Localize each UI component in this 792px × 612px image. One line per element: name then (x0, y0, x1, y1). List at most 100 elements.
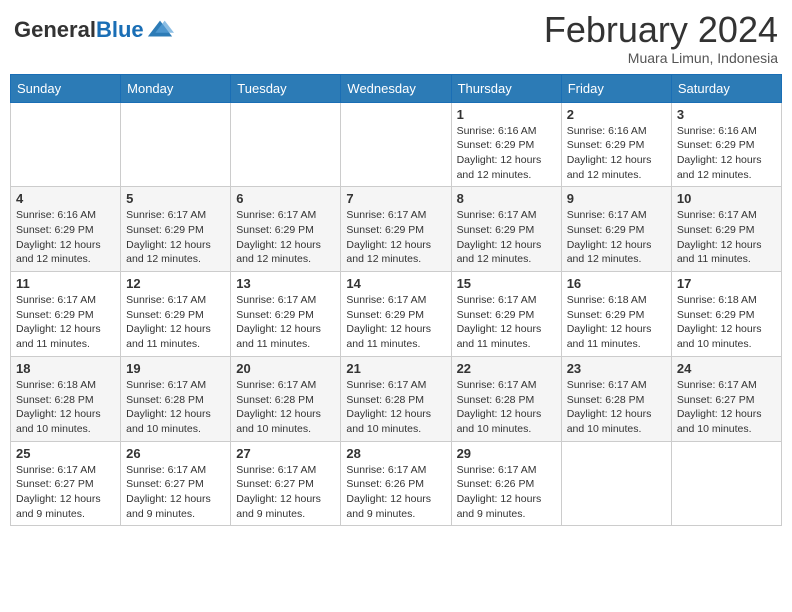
subtitle: Muara Limun, Indonesia (544, 50, 778, 66)
day-info: Sunrise: 6:17 AM Sunset: 6:29 PM Dayligh… (457, 209, 542, 265)
day-number: 28 (346, 446, 445, 461)
logo: GeneralBlue (14, 16, 174, 44)
day-info: Sunrise: 6:17 AM Sunset: 6:29 PM Dayligh… (677, 209, 762, 265)
cell-content: 14Sunrise: 6:17 AM Sunset: 6:29 PM Dayli… (346, 276, 445, 352)
day-number: 5 (126, 191, 225, 206)
weekday-header-sunday: Sunday (11, 74, 121, 102)
cell-content: 11Sunrise: 6:17 AM Sunset: 6:29 PM Dayli… (16, 276, 115, 352)
day-info: Sunrise: 6:17 AM Sunset: 6:28 PM Dayligh… (126, 379, 211, 435)
calendar-cell: 18Sunrise: 6:18 AM Sunset: 6:28 PM Dayli… (11, 356, 121, 441)
weekday-header-monday: Monday (121, 74, 231, 102)
cell-content: 7Sunrise: 6:17 AM Sunset: 6:29 PM Daylig… (346, 191, 445, 267)
cell-content: 5 Sunrise: 6:17 AM Sunset: 6:29 PM Daylig… (126, 191, 225, 267)
cell-content: 20Sunrise: 6:17 AM Sunset: 6:28 PM Dayli… (236, 361, 335, 437)
cell-content: 29Sunrise: 6:17 AM Sunset: 6:26 PM Dayli… (457, 446, 556, 522)
day-info: Sunrise: 6:16 AM Sunset: 6:29 PM Dayligh… (567, 125, 652, 181)
calendar-week-row: 1Sunrise: 6:16 AM Sunset: 6:29 PM Daylig… (11, 102, 782, 187)
day-info: Sunrise: 6:17 AM Sunset: 6:27 PM Dayligh… (16, 464, 101, 520)
day-number: 21 (346, 361, 445, 376)
cell-content: 23Sunrise: 6:17 AM Sunset: 6:28 PM Dayli… (567, 361, 666, 437)
calendar-cell: 1Sunrise: 6:16 AM Sunset: 6:29 PM Daylig… (451, 102, 561, 187)
day-number: 13 (236, 276, 335, 291)
cell-content: 16 Sunrise: 6:18 AM Sunset: 6:29 PM Dayli… (567, 276, 666, 352)
cell-content: 3 Sunrise: 6:16 AM Sunset: 6:29 PM Daylig… (677, 107, 776, 183)
calendar-cell: 25 Sunrise: 6:17 AM Sunset: 6:27 PM Dayli… (11, 441, 121, 526)
day-info: Sunrise: 6:17 AM Sunset: 6:27 PM Dayligh… (236, 464, 321, 520)
day-number: 23 (567, 361, 666, 376)
header: GeneralBlue February 2024 Muara Limun, I… (10, 10, 782, 66)
day-info: Sunrise: 6:17 AM Sunset: 6:26 PM Dayligh… (346, 464, 431, 520)
calendar-week-row: 11Sunrise: 6:17 AM Sunset: 6:29 PM Dayli… (11, 272, 782, 357)
calendar-cell: 17Sunrise: 6:18 AM Sunset: 6:29 PM Dayli… (671, 272, 781, 357)
calendar-cell: 29Sunrise: 6:17 AM Sunset: 6:26 PM Dayli… (451, 441, 561, 526)
calendar-cell: 24 Sunrise: 6:17 AM Sunset: 6:27 PM Dayli… (671, 356, 781, 441)
calendar-cell: 13 Sunrise: 6:17 AM Sunset: 6:29 PM Dayli… (231, 272, 341, 357)
calendar-cell: 2 Sunrise: 6:16 AM Sunset: 6:29 PM Daylig… (561, 102, 671, 187)
weekday-header-tuesday: Tuesday (231, 74, 341, 102)
calendar-cell: 6Sunrise: 6:17 AM Sunset: 6:29 PM Daylig… (231, 187, 341, 272)
day-info: Sunrise: 6:18 AM Sunset: 6:28 PM Dayligh… (16, 379, 101, 435)
calendar-cell: 19 Sunrise: 6:17 AM Sunset: 6:28 PM Dayli… (121, 356, 231, 441)
day-info: Sunrise: 6:16 AM Sunset: 6:29 PM Dayligh… (16, 209, 101, 265)
logo-icon (146, 16, 174, 44)
day-info: Sunrise: 6:17 AM Sunset: 6:28 PM Dayligh… (346, 379, 431, 435)
day-number: 14 (346, 276, 445, 291)
day-number: 16 (567, 276, 666, 291)
calendar-cell: 4 Sunrise: 6:16 AM Sunset: 6:29 PM Daylig… (11, 187, 121, 272)
day-number: 12 (126, 276, 225, 291)
cell-content: 28 Sunrise: 6:17 AM Sunset: 6:26 PM Dayli… (346, 446, 445, 522)
day-number: 20 (236, 361, 335, 376)
cell-content: 13 Sunrise: 6:17 AM Sunset: 6:29 PM Dayli… (236, 276, 335, 352)
day-number: 4 (16, 191, 115, 206)
day-info: Sunrise: 6:17 AM Sunset: 6:26 PM Dayligh… (457, 464, 542, 520)
calendar-cell: 3 Sunrise: 6:16 AM Sunset: 6:29 PM Daylig… (671, 102, 781, 187)
calendar-cell: 16 Sunrise: 6:18 AM Sunset: 6:29 PM Dayli… (561, 272, 671, 357)
day-number: 19 (126, 361, 225, 376)
day-info: Sunrise: 6:17 AM Sunset: 6:29 PM Dayligh… (126, 209, 211, 265)
calendar-cell: 8 Sunrise: 6:17 AM Sunset: 6:29 PM Daylig… (451, 187, 561, 272)
calendar-cell (231, 102, 341, 187)
weekday-header-row: SundayMondayTuesdayWednesdayThursdayFrid… (11, 74, 782, 102)
calendar-cell (671, 441, 781, 526)
day-number: 9 (567, 191, 666, 206)
cell-content: 9Sunrise: 6:17 AM Sunset: 6:29 PM Daylig… (567, 191, 666, 267)
day-number: 8 (457, 191, 556, 206)
cell-content: 15 Sunrise: 6:17 AM Sunset: 6:29 PM Dayli… (457, 276, 556, 352)
cell-content: 8 Sunrise: 6:17 AM Sunset: 6:29 PM Daylig… (457, 191, 556, 267)
day-number: 15 (457, 276, 556, 291)
cell-content: 12Sunrise: 6:17 AM Sunset: 6:29 PM Dayli… (126, 276, 225, 352)
cell-content: 21 Sunrise: 6:17 AM Sunset: 6:28 PM Dayli… (346, 361, 445, 437)
day-number: 24 (677, 361, 776, 376)
calendar-cell (561, 441, 671, 526)
day-number: 3 (677, 107, 776, 122)
day-number: 2 (567, 107, 666, 122)
title-area: February 2024 Muara Limun, Indonesia (544, 10, 778, 66)
day-info: Sunrise: 6:17 AM Sunset: 6:27 PM Dayligh… (677, 379, 762, 435)
calendar-table: SundayMondayTuesdayWednesdayThursdayFrid… (10, 74, 782, 527)
weekday-header-thursday: Thursday (451, 74, 561, 102)
cell-content: 6Sunrise: 6:17 AM Sunset: 6:29 PM Daylig… (236, 191, 335, 267)
calendar-cell: 27Sunrise: 6:17 AM Sunset: 6:27 PM Dayli… (231, 441, 341, 526)
calendar-week-row: 18Sunrise: 6:18 AM Sunset: 6:28 PM Dayli… (11, 356, 782, 441)
day-info: Sunrise: 6:16 AM Sunset: 6:29 PM Dayligh… (677, 125, 762, 181)
day-info: Sunrise: 6:18 AM Sunset: 6:29 PM Dayligh… (567, 294, 652, 350)
day-info: Sunrise: 6:18 AM Sunset: 6:29 PM Dayligh… (677, 294, 762, 350)
calendar-cell: 10Sunrise: 6:17 AM Sunset: 6:29 PM Dayli… (671, 187, 781, 272)
day-info: Sunrise: 6:17 AM Sunset: 6:29 PM Dayligh… (236, 209, 321, 265)
day-info: Sunrise: 6:17 AM Sunset: 6:29 PM Dayligh… (457, 294, 542, 350)
calendar-cell: 26Sunrise: 6:17 AM Sunset: 6:27 PM Dayli… (121, 441, 231, 526)
calendar-cell (11, 102, 121, 187)
day-info: Sunrise: 6:17 AM Sunset: 6:29 PM Dayligh… (236, 294, 321, 350)
calendar-cell (121, 102, 231, 187)
cell-content: 10Sunrise: 6:17 AM Sunset: 6:29 PM Dayli… (677, 191, 776, 267)
calendar-cell: 5 Sunrise: 6:17 AM Sunset: 6:29 PM Daylig… (121, 187, 231, 272)
day-number: 25 (16, 446, 115, 461)
day-info: Sunrise: 6:17 AM Sunset: 6:27 PM Dayligh… (126, 464, 211, 520)
calendar-cell (341, 102, 451, 187)
weekday-header-wednesday: Wednesday (341, 74, 451, 102)
main-title: February 2024 (544, 10, 778, 50)
calendar-cell: 15 Sunrise: 6:17 AM Sunset: 6:29 PM Dayli… (451, 272, 561, 357)
calendar-week-row: 4 Sunrise: 6:16 AM Sunset: 6:29 PM Daylig… (11, 187, 782, 272)
day-info: Sunrise: 6:17 AM Sunset: 6:29 PM Dayligh… (16, 294, 101, 350)
calendar-cell: 21 Sunrise: 6:17 AM Sunset: 6:28 PM Dayli… (341, 356, 451, 441)
